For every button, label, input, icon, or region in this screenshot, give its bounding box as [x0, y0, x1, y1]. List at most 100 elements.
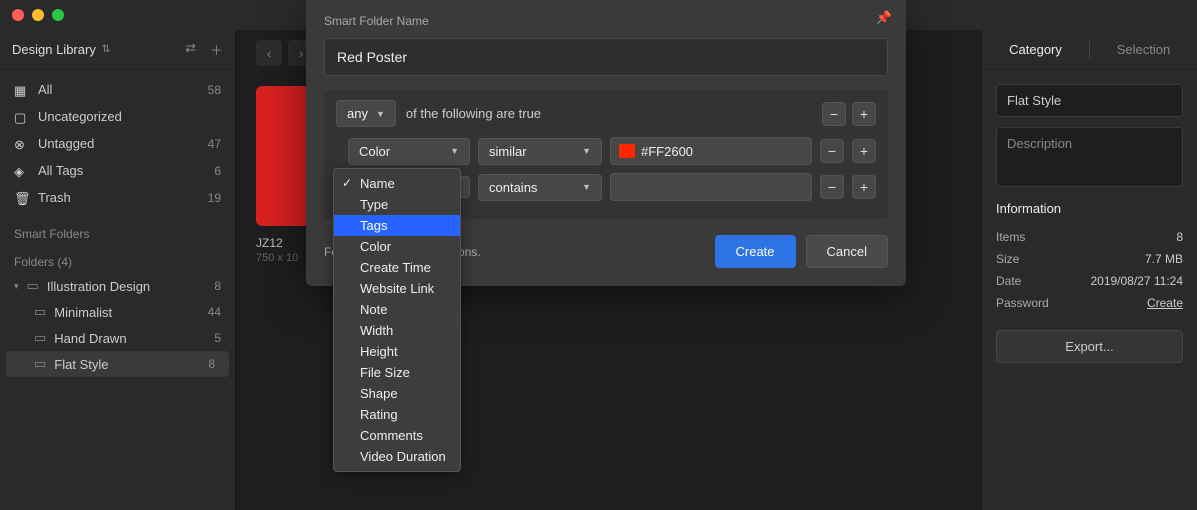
- sidebar-item-label: Untagged: [38, 136, 94, 151]
- folder-count: 5: [214, 331, 221, 345]
- rule-value-input[interactable]: [610, 173, 812, 201]
- dropdown-item-note[interactable]: Note: [334, 299, 460, 320]
- rule-operator-label: contains: [489, 180, 537, 195]
- sidebar-item-all[interactable]: ▦All58: [0, 76, 235, 103]
- match-mode-label: any: [347, 106, 368, 121]
- info-key: Date: [996, 274, 1021, 288]
- collection-icon: ▢: [14, 110, 28, 124]
- pin-icon[interactable]: 📌: [876, 10, 892, 26]
- cancel-button[interactable]: Cancel: [806, 235, 888, 268]
- remove-rule-button[interactable]: −: [820, 175, 844, 199]
- info-value: 8: [1176, 230, 1183, 244]
- folder-item-illustration-design[interactable]: ▾ ▭ Illustration Design 8: [0, 273, 235, 299]
- sidebar-item-label: All Tags: [38, 163, 83, 178]
- dropdown-item-rating[interactable]: Rating: [334, 404, 460, 425]
- folder-label: Illustration Design: [47, 279, 150, 294]
- match-mode-select[interactable]: any ▼: [336, 100, 396, 127]
- create-button[interactable]: Create: [715, 235, 796, 268]
- dropdown-item-video-duration[interactable]: Video Duration: [334, 446, 460, 467]
- folder-label: Minimalist: [54, 305, 112, 320]
- dropdown-item-width[interactable]: Width: [334, 320, 460, 341]
- folder-icon: ▭: [34, 330, 46, 346]
- dropdown-item-height[interactable]: Height: [334, 341, 460, 362]
- rule-value-input[interactable]: #FF2600: [610, 137, 812, 165]
- dropdown-item-type[interactable]: Type: [334, 194, 460, 215]
- description-field[interactable]: Description: [996, 127, 1183, 187]
- dropdown-item-comments[interactable]: Comments: [334, 425, 460, 446]
- folder-item-hand-drawn[interactable]: ▭Hand Drawn5: [0, 325, 235, 351]
- rule-value-text: #FF2600: [641, 144, 693, 159]
- maximize-window-button[interactable]: [52, 9, 64, 21]
- collection-icon: ◈: [14, 164, 28, 178]
- tab-selection[interactable]: Selection: [1090, 42, 1197, 57]
- add-rule-button[interactable]: +: [852, 175, 876, 199]
- rule-operator-label: similar: [489, 144, 527, 159]
- sidebar-header: Design Library ⇅ ⇄ ＋: [0, 30, 235, 70]
- sidebar-item-count: 47: [208, 137, 221, 151]
- info-rows: Items 8 Size 7.7 MB Date 2019/08/27 11:24 Pass…: [996, 226, 1183, 314]
- info-row-items: Items 8: [996, 226, 1183, 248]
- add-icon[interactable]: ＋: [210, 40, 223, 59]
- folder-icon: ▭: [34, 304, 46, 320]
- info-value: 2019/08/27 11:24: [1090, 274, 1183, 288]
- folder-item-minimalist[interactable]: ▭Minimalist44: [0, 299, 235, 325]
- dropdown-item-create-time[interactable]: Create Time: [334, 257, 460, 278]
- folder-name-input[interactable]: [324, 38, 888, 76]
- sidebar-item-count: 58: [208, 83, 221, 97]
- chevron-down-icon: ▼: [376, 109, 385, 119]
- info-row-password: Password Create: [996, 292, 1183, 314]
- add-rule-button[interactable]: +: [852, 139, 876, 163]
- chevron-updown-icon: ⇅: [102, 44, 110, 55]
- dropdown-item-shape[interactable]: Shape: [334, 383, 460, 404]
- info-key: Size: [996, 252, 1019, 266]
- sidebar-collections: ▦All58 ▢ Uncategorized ⊗ Untagged 47 ◈ All Tags…: [0, 70, 235, 217]
- dropdown-item-name[interactable]: Name: [334, 173, 460, 194]
- library-title-text: Design Library: [12, 42, 96, 57]
- sync-icon[interactable]: ⇄: [185, 40, 196, 59]
- tab-category[interactable]: Category: [982, 42, 1089, 57]
- dropdown-item-file-size[interactable]: File Size: [334, 362, 460, 383]
- folder-icon: ▭: [27, 278, 39, 294]
- add-group-button[interactable]: +: [852, 102, 876, 126]
- match-text: of the following are true: [406, 106, 541, 121]
- info-row-size: Size 7.7 MB: [996, 248, 1183, 270]
- remove-rule-button[interactable]: −: [820, 139, 844, 163]
- sidebar-item-label: Uncategorized: [38, 109, 122, 124]
- folder-name-field[interactable]: Flat Style: [996, 84, 1183, 117]
- rule-field-label: Color: [359, 144, 390, 159]
- folders-header: Folders (4): [0, 245, 235, 273]
- chevron-down-icon: ▾: [14, 281, 19, 292]
- folder-count: 8: [214, 279, 221, 293]
- rule-operator-select[interactable]: similar ▼: [478, 138, 602, 165]
- dialog-title: Smart Folder Name: [324, 14, 888, 28]
- dropdown-item-color[interactable]: Color: [334, 236, 460, 257]
- info-key: Items: [996, 230, 1025, 244]
- sidebar-item-untagged[interactable]: ⊗ Untagged 47: [0, 130, 235, 157]
- info-key: Password: [996, 296, 1049, 310]
- info-value[interactable]: Create: [1147, 296, 1183, 310]
- collection-icon: 🗑: [14, 191, 28, 205]
- export-button[interactable]: Export...: [996, 330, 1183, 363]
- sidebar-item-uncategorized[interactable]: ▢ Uncategorized: [0, 103, 235, 130]
- color-swatch: [619, 144, 635, 158]
- collection-icon: ⊗: [14, 137, 28, 151]
- smart-folders-header: Smart Folders: [0, 217, 235, 245]
- field-dropdown: NameTypeTagsColorCreate TimeWebsite Link…: [333, 168, 461, 472]
- dropdown-item-website-link[interactable]: Website Link: [334, 278, 460, 299]
- folder-list: ▾▭Illustration Design8▭Minimalist44▭Hand…: [0, 273, 235, 377]
- close-window-button[interactable]: [12, 9, 24, 21]
- remove-group-button[interactable]: −: [822, 102, 846, 126]
- library-title[interactable]: Design Library ⇅: [12, 42, 110, 57]
- rule-operator-select[interactable]: contains▼: [478, 174, 602, 201]
- info-row-date: Date 2019/08/27 11:24: [996, 270, 1183, 292]
- folder-item-flat-style[interactable]: ▭Flat Style8: [6, 351, 229, 377]
- info-value: 7.7 MB: [1145, 252, 1183, 266]
- sidebar-item-trash[interactable]: 🗑Trash19: [0, 184, 235, 211]
- nav-back-button[interactable]: ‹: [256, 40, 282, 66]
- rule-field-select[interactable]: Color▼: [348, 138, 470, 165]
- dropdown-item-tags[interactable]: Tags: [334, 215, 460, 236]
- folder-icon: ▭: [34, 356, 46, 372]
- sidebar-item-all-tags[interactable]: ◈All Tags6: [0, 157, 235, 184]
- chevron-down-icon: ▼: [582, 146, 591, 156]
- minimize-window-button[interactable]: [32, 9, 44, 21]
